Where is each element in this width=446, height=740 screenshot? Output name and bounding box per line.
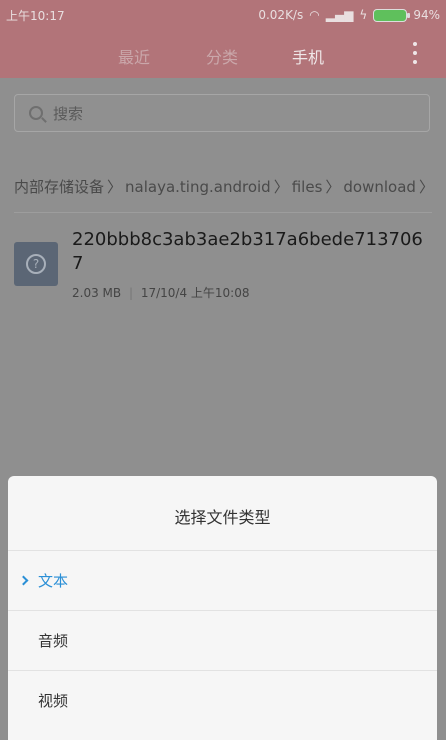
tab-category[interactable]: 分类 [206, 44, 238, 68]
status-time: 上午10:17 [6, 8, 65, 23]
option-label: 文本 [38, 572, 69, 590]
chevron-right-icon: 〉 [325, 178, 341, 196]
chevron-right-icon: 〉 [107, 178, 123, 196]
file-meta: 2.03 MB | 17/10/4 上午10:08 [72, 284, 250, 301]
search-input[interactable]: 搜索 [14, 94, 430, 132]
breadcrumb-item[interactable]: 内部存储设备 [14, 178, 104, 196]
more-options-icon[interactable] [412, 42, 418, 64]
chevron-right-icon [18, 575, 29, 586]
status-right-group: 0.02K/s ◠ ▂▄▆ ϟ 94% [258, 8, 440, 22]
battery-percent: 94% [413, 8, 440, 22]
breadcrumb-item[interactable]: files [292, 178, 323, 196]
signal-icon: ▂▄▆ [325, 8, 354, 22]
unknown-file-icon: ? [14, 242, 58, 286]
dialog-title: 选择文件类型 [174, 508, 271, 527]
charging-icon: ϟ [359, 8, 368, 22]
chevron-right-icon: 〉 [273, 178, 289, 196]
status-bar: 上午10:17 0.02K/s ◠ ▂▄▆ ϟ 94% [0, 0, 446, 30]
tab-phone[interactable]: 手机 [292, 44, 324, 68]
app-bar: 最近 分类 手机 [0, 30, 446, 78]
option-audio[interactable]: 音频 [8, 610, 437, 670]
battery-icon [373, 8, 411, 22]
chevron-right-icon: 〉 [418, 178, 434, 196]
breadcrumb: 内部存储设备〉 nalaya.ting.android 〉 files 〉 downloa… [14, 176, 446, 197]
search-icon [29, 106, 43, 120]
wifi-icon: ◠ [309, 8, 320, 22]
divider [14, 212, 432, 213]
option-label: 音频 [38, 632, 69, 650]
file-list: 内部存储设备〉 nalaya.ting.android 〉 files 〉 downloa… [0, 158, 446, 314]
search-placeholder: 搜索 [53, 104, 84, 123]
option-text[interactable]: 文本 [8, 550, 437, 610]
file-date: 17/10/4 上午10:08 [140, 286, 250, 300]
option-label: 视频 [38, 692, 69, 710]
meta-separator: | [128, 286, 133, 300]
file-size: 2.03 MB [72, 286, 122, 300]
network-speed: 0.02K/s [258, 8, 304, 22]
option-video[interactable]: 视频 [8, 670, 437, 730]
tab-recent[interactable]: 最近 [118, 44, 150, 68]
breadcrumb-item[interactable]: nalaya.ting.android [125, 178, 271, 196]
file-name[interactable]: 220bbb8c3ab3ae2b317a6bede7137067 [72, 228, 432, 276]
file-type-dialog: 选择文件类型 文本 音频 视频 [8, 476, 437, 740]
breadcrumb-item[interactable]: download [343, 178, 416, 196]
search-area: 搜索 [0, 78, 446, 148]
